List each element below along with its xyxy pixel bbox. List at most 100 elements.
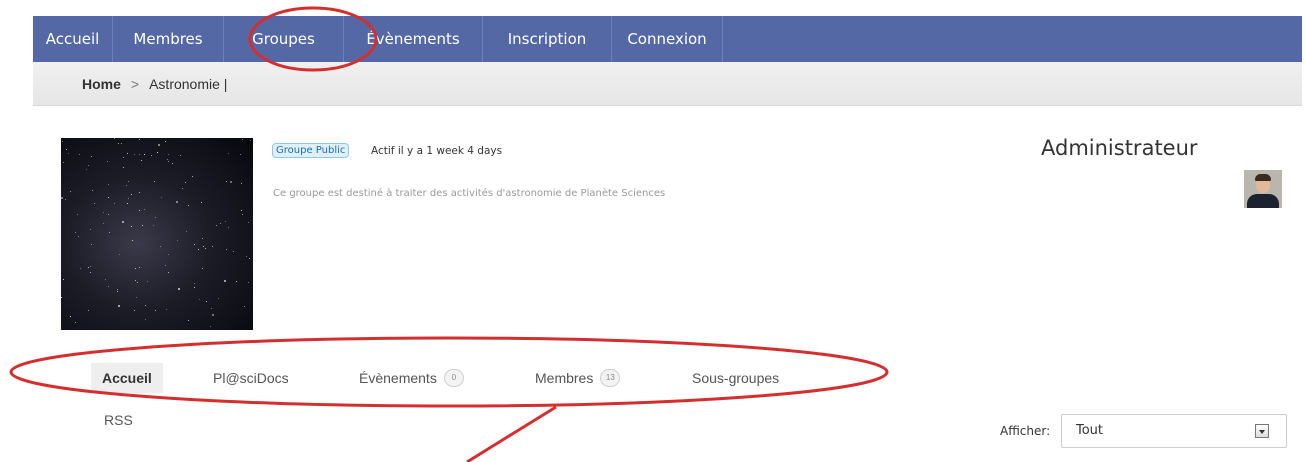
star-dot: [108, 286, 109, 287]
star-dot: [242, 139, 243, 140]
star-dot: [134, 154, 135, 155]
star-dot: [139, 210, 140, 211]
group-status-badge: Groupe Public: [272, 143, 350, 158]
star-dot: [103, 223, 104, 224]
star-dot: [117, 291, 118, 292]
star-dot: [172, 163, 173, 164]
star-dot: [63, 162, 64, 163]
filter-select-value: Tout: [1076, 423, 1104, 438]
evenements-count-badge: 0: [443, 369, 464, 387]
breadcrumb-home-link[interactable]: Home: [82, 62, 121, 106]
tab-sous-groupes[interactable]: Sous-groupes: [692, 363, 779, 393]
star-dot: [206, 301, 207, 302]
star-dot: [216, 225, 217, 226]
star-dot: [136, 297, 137, 298]
nav-item-groupes[interactable]: Groupes: [224, 16, 344, 62]
star-dot: [212, 246, 213, 247]
filter-select[interactable]: Tout: [1061, 414, 1287, 448]
star-dot: [194, 244, 195, 245]
star-dot: [165, 265, 166, 266]
star-dot: [250, 140, 251, 141]
star-dot: [127, 203, 128, 204]
star-dot: [186, 231, 187, 232]
star-dot: [188, 320, 189, 321]
star-dot: [194, 287, 195, 288]
nav-item-accueil[interactable]: Accueil: [33, 16, 113, 62]
tab-membres[interactable]: Membres 13: [535, 363, 621, 393]
star-dot: [205, 248, 206, 249]
star-dot: [131, 194, 132, 195]
star-dot: [92, 190, 93, 191]
star-dot: [155, 217, 156, 218]
star-dot: [61, 297, 62, 298]
tab-plascidocs[interactable]: Pl@sciDocs: [213, 363, 289, 393]
star-dot: [248, 222, 249, 223]
nav-item-membres[interactable]: Membres: [113, 16, 224, 62]
star-dot: [145, 305, 146, 306]
group-avatar-image[interactable]: [61, 138, 253, 330]
star-dot: [127, 153, 128, 154]
tab-label: Évènements: [359, 370, 437, 386]
star-dot: [168, 254, 169, 255]
star-dot: [114, 138, 115, 139]
star-dot: [75, 232, 76, 233]
star-dot: [241, 210, 242, 211]
avatar-hair-shape: [1255, 174, 1271, 181]
star-dot: [147, 281, 148, 282]
star-dot: [241, 183, 242, 184]
star-dot: [249, 258, 250, 259]
star-dot: [180, 155, 181, 156]
star-dot: [139, 139, 140, 140]
star-dot: [128, 198, 129, 199]
breadcrumb: Home > Astronomie |: [82, 62, 227, 106]
star-dot: [142, 225, 143, 226]
membres-count-badge: 13: [600, 369, 621, 387]
nav-item-inscription[interactable]: Inscription: [483, 16, 612, 62]
star-dot: [157, 152, 158, 153]
star-dot: [91, 244, 92, 245]
filter-label: Afficher:: [1000, 424, 1051, 438]
star-dot: [63, 279, 64, 280]
star-dot: [168, 272, 169, 273]
star-dot: [144, 209, 145, 210]
star-dot: [61, 197, 63, 199]
star-dot: [158, 144, 160, 146]
nav-item-connexion[interactable]: Connexion: [612, 16, 723, 62]
star-dot: [246, 256, 247, 257]
star-dot: [79, 154, 80, 155]
star-dot: [62, 141, 63, 142]
tab-label: Accueil: [102, 370, 152, 386]
star-dot: [211, 308, 212, 309]
star-dot: [178, 288, 180, 290]
star-dot: [210, 326, 211, 327]
star-dot: [108, 197, 109, 198]
star-dot: [201, 202, 202, 203]
rss-link[interactable]: RSS: [104, 412, 133, 428]
star-dot: [182, 188, 183, 189]
star-dot: [248, 282, 249, 283]
star-dot: [77, 214, 78, 215]
star-dot: [132, 240, 133, 241]
star-dot: [228, 153, 229, 154]
tab-evenements[interactable]: Évènements 0: [359, 363, 464, 393]
star-dot: [139, 154, 140, 155]
star-dot: [88, 310, 89, 311]
star-dot: [155, 310, 156, 311]
tab-accueil[interactable]: Accueil: [91, 363, 163, 393]
star-dot: [117, 289, 118, 290]
star-dot: [68, 153, 69, 154]
star-dot: [202, 268, 203, 269]
chevron-down-icon[interactable]: [1255, 424, 1269, 438]
nav-item-evenements[interactable]: Évènements: [344, 16, 483, 62]
star-dot: [244, 306, 245, 307]
star-dot: [153, 225, 154, 226]
star-dot: [78, 236, 79, 237]
star-dot: [103, 212, 104, 213]
group-activity-text: Actif il y a 1 week 4 days: [371, 145, 503, 157]
star-dot: [119, 254, 120, 255]
star-dot: [203, 246, 204, 247]
star-dot: [212, 314, 214, 316]
admin-avatar[interactable]: [1244, 170, 1282, 208]
tab-label: Membres: [535, 370, 594, 386]
star-dot: [88, 165, 89, 166]
